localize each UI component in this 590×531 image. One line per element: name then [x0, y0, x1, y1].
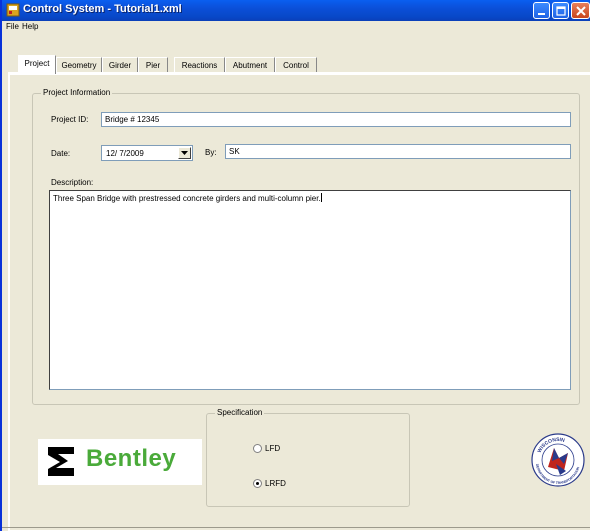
date-value: 12/ 7/2009 — [106, 149, 144, 158]
maximize-button[interactable] — [552, 2, 569, 19]
menu-file[interactable]: File — [6, 22, 19, 31]
title-bar[interactable]: Control System - Tutorial1.xml — [2, 0, 590, 21]
bentley-b-icon — [48, 447, 74, 476]
project-id-input[interactable]: Bridge # 12345 — [101, 112, 571, 127]
window-title: Control System - Tutorial1.xml — [23, 3, 182, 15]
app-icon — [6, 3, 20, 17]
project-id-label: Project ID: — [51, 115, 89, 124]
menu-bar: File Help — [2, 21, 590, 35]
radio-selected-dot — [256, 482, 259, 485]
specification-legend: Specification — [215, 408, 265, 417]
lrfd-label[interactable]: LRFD — [265, 479, 286, 488]
tab-project[interactable]: Project — [18, 55, 56, 74]
lfd-radio[interactable] — [253, 444, 262, 453]
date-label: Date: — [51, 149, 71, 158]
project-information-legend: Project Information — [41, 88, 113, 97]
close-button[interactable] — [571, 2, 590, 19]
description-textarea[interactable]: Three Span Bridge with prestressed concr… — [49, 190, 571, 390]
tab-page-body: Project Information Project ID: Bridge #… — [10, 75, 590, 530]
menu-help[interactable]: Help — [22, 22, 38, 31]
close-icon — [576, 6, 586, 16]
main-window: Control System - Tutorial1.xml File Help… — [0, 0, 590, 531]
by-input[interactable]: SK — [225, 144, 571, 159]
maximize-icon — [556, 6, 566, 16]
description-text: Three Span Bridge with prestressed concr… — [53, 194, 321, 203]
minimize-button[interactable] — [533, 2, 550, 19]
description-label: Description: — [51, 178, 94, 187]
lrfd-radio[interactable] — [253, 479, 262, 488]
bentley-logo: Bentley — [38, 439, 202, 485]
wisdot-seal-logo: WISCONSIN DEPARTMENT OF TRANSPORTATION — [531, 433, 585, 487]
lfd-label[interactable]: LFD — [265, 444, 280, 453]
project-information-group: Project Information Project ID: Bridge #… — [32, 88, 580, 405]
tab-page-project: Project Information Project ID: Bridge #… — [8, 72, 590, 531]
text-caret — [320, 193, 322, 202]
chevron-down-icon — [181, 151, 188, 155]
bentley-wordmark: Bentley — [86, 445, 177, 472]
date-picker[interactable]: 12/ 7/2009 — [101, 145, 193, 161]
status-divider — [2, 527, 590, 528]
specification-group: Specification LFD LRFD — [206, 408, 410, 507]
by-label: By: — [205, 148, 217, 157]
minimize-icon — [538, 13, 545, 15]
date-dropdown-button[interactable] — [178, 147, 191, 159]
